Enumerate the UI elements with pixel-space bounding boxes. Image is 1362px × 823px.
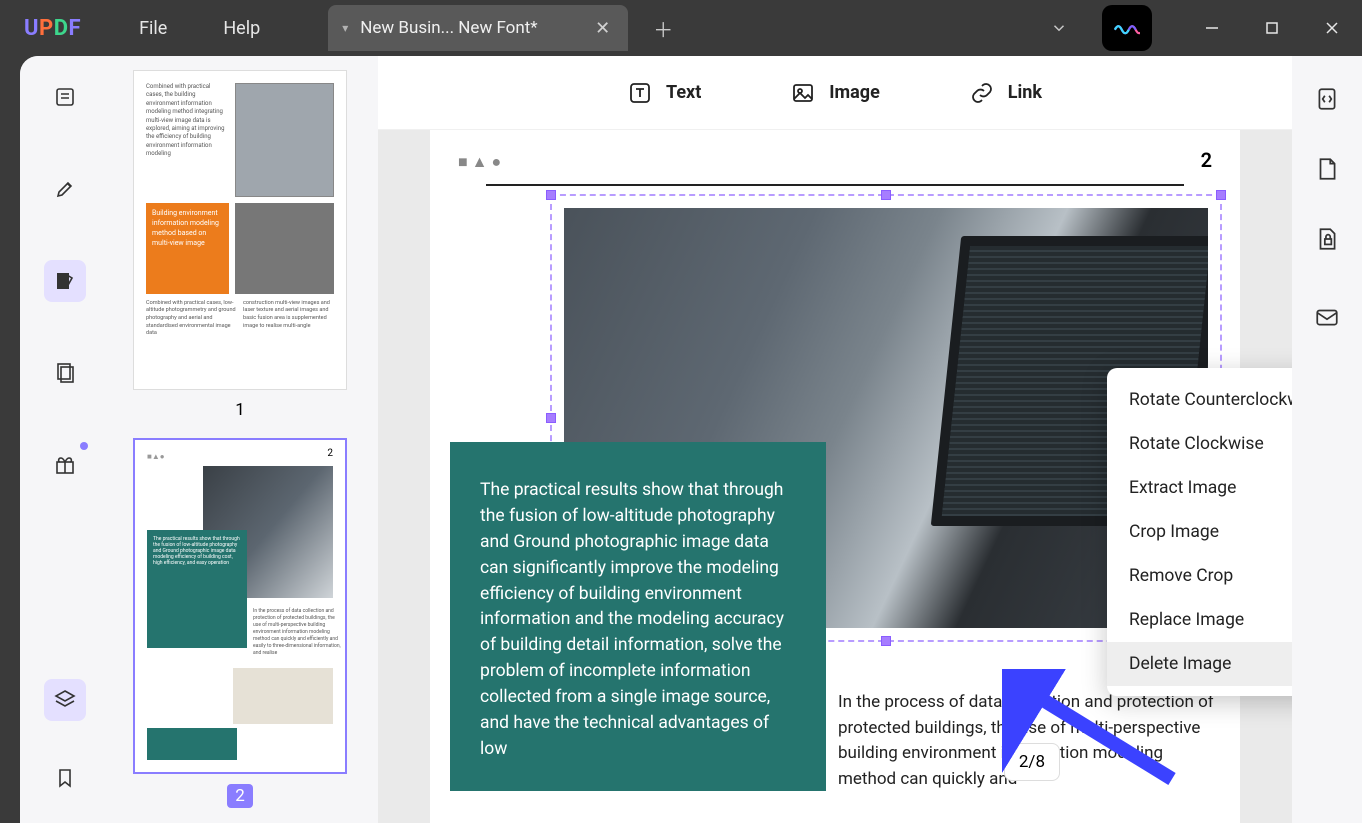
ctx-crop-image[interactable]: Crop Image (1107, 510, 1292, 554)
convert-icon (1314, 86, 1340, 112)
left-sidebar (20, 56, 110, 823)
ctx-remove-crop[interactable]: Remove Crop (1107, 554, 1292, 598)
new-tab-button[interactable]: ＋ (640, 5, 686, 51)
mail-icon (1314, 304, 1340, 330)
reader-tool-button[interactable] (44, 76, 86, 118)
gift-icon (53, 453, 77, 477)
document-tab[interactable]: ▾ New Busin... New Font* ✕ (328, 5, 628, 51)
right-sidebar (1292, 56, 1362, 823)
edit-link-button[interactable]: Link (970, 81, 1042, 105)
pdfa-icon (1314, 156, 1340, 182)
tab-close-icon[interactable]: ✕ (591, 18, 614, 39)
layers-icon (53, 688, 77, 712)
layers-button[interactable] (44, 679, 86, 721)
thumbnail-page-2[interactable]: ■▲● 2 The practical results show that th… (133, 438, 347, 774)
resize-handle-bm[interactable] (881, 636, 891, 646)
convert-button[interactable] (1306, 78, 1348, 120)
highlighter-icon (53, 177, 77, 201)
highlight-tool-button[interactable] (44, 168, 86, 210)
main-surface: Combined with practical cases, the build… (20, 56, 1362, 823)
brand-icon[interactable] (1102, 5, 1152, 51)
resize-handle-tm[interactable] (881, 190, 891, 200)
image-context-menu: Rotate Counterclockwise Rotate Clockwise… (1107, 368, 1292, 696)
reader-icon (53, 85, 77, 109)
titlebar: UPDF File Help ▾ New Busin... New Font* … (0, 0, 1362, 56)
thumb1-number: 1 (235, 400, 245, 420)
tab-overflow-button[interactable] (1036, 5, 1082, 51)
thumbnail-page-1[interactable]: Combined with practical cases, the build… (133, 70, 347, 390)
pdfa-button[interactable] (1306, 156, 1348, 182)
resize-handle-ml[interactable] (546, 413, 556, 423)
window-close-button[interactable] (1302, 0, 1362, 56)
ctx-rotate-cw[interactable]: Rotate Clockwise (1107, 422, 1292, 466)
edit-image-label: Image (829, 82, 880, 103)
link-icon (970, 81, 994, 105)
thumb2-number: 2 (227, 784, 253, 808)
close-icon (1325, 21, 1339, 35)
teal-text-block: The practical results show that through … (450, 442, 826, 791)
window-maximize-button[interactable] (1242, 0, 1302, 56)
edit-link-label: Link (1008, 82, 1042, 103)
edit-text-label: Text (666, 82, 701, 103)
annotation-arrow (1002, 669, 1182, 789)
bookmark-button[interactable] (44, 757, 86, 799)
protect-button[interactable] (1306, 218, 1348, 260)
bookmark-icon (53, 766, 77, 790)
menu-help[interactable]: Help (195, 18, 288, 39)
lock-file-icon (1314, 226, 1340, 252)
chevron-down-icon (1050, 19, 1068, 37)
page-decor-icons: ■▲● (458, 152, 505, 171)
pages-tool-button[interactable] (44, 352, 86, 394)
app-logo: UPDF (0, 16, 111, 41)
window-minimize-button[interactable] (1182, 0, 1242, 56)
document-canvas: Text Image Link ■▲● 2 (378, 56, 1292, 823)
edit-icon (53, 269, 77, 293)
share-button[interactable] (1306, 296, 1348, 338)
tab-strip: ▾ New Busin... New Font* ✕ ＋ (328, 0, 686, 56)
wave-icon (1114, 19, 1140, 37)
thumbnail-panel[interactable]: Combined with practical cases, the build… (110, 56, 378, 823)
minimize-icon (1205, 21, 1219, 35)
gift-button[interactable] (44, 444, 86, 486)
resize-handle-tl[interactable] (546, 190, 556, 200)
page-number: 2 (1201, 148, 1212, 172)
tab-dropdown-icon[interactable]: ▾ (342, 21, 348, 35)
tab-title: New Busin... New Font* (360, 18, 537, 38)
ctx-extract-image[interactable]: Extract Image (1107, 466, 1292, 510)
ctx-replace-image[interactable]: Replace Image (1107, 598, 1292, 642)
edit-toolbar: Text Image Link (378, 56, 1292, 130)
menu-file[interactable]: File (111, 18, 195, 39)
thumb1-orange-box: Building environment information modelin… (146, 203, 229, 293)
image-icon (791, 81, 815, 105)
maximize-icon (1265, 21, 1279, 35)
resize-handle-tr[interactable] (1216, 190, 1226, 200)
edit-tool-button[interactable] (44, 260, 86, 302)
pages-icon (53, 361, 77, 385)
edit-image-button[interactable]: Image (791, 81, 880, 105)
page-divider (486, 184, 1184, 186)
edit-text-button[interactable]: Text (628, 81, 701, 105)
ctx-rotate-ccw[interactable]: Rotate Counterclockwise (1107, 378, 1292, 422)
text-icon (628, 81, 652, 105)
